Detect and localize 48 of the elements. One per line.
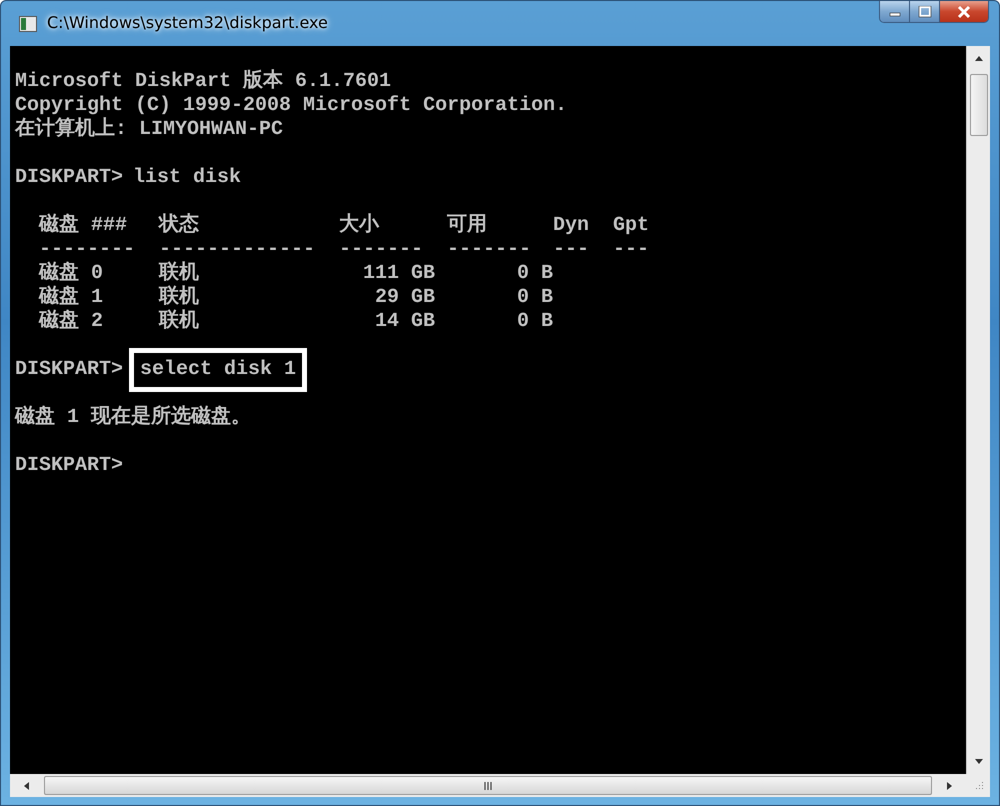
horizontal-scrollbar[interactable] bbox=[10, 774, 966, 797]
table-cell-text: 联机 bbox=[159, 310, 200, 334]
column-header: 大小 bbox=[339, 214, 380, 238]
header-rule: -------- bbox=[39, 238, 136, 262]
prompt-text: DISKPART> bbox=[15, 454, 124, 478]
table-cell-text: 0 B bbox=[516, 262, 553, 286]
up-arrow-icon[interactable] bbox=[974, 54, 984, 62]
scroll-thumb[interactable] bbox=[970, 74, 988, 136]
column-header: 状态 bbox=[159, 214, 200, 238]
command-text: select disk 1 bbox=[129, 348, 308, 392]
prompt-text: DISKPART> bbox=[15, 166, 124, 190]
table-cell-text: 111 GB bbox=[362, 262, 436, 286]
close-button[interactable] bbox=[940, 1, 988, 22]
table-cell-text: 0 B bbox=[516, 286, 553, 310]
header-rule: ------- bbox=[447, 238, 532, 262]
column-header: 磁盘 ### bbox=[39, 214, 128, 238]
table-cell-text: 联机 bbox=[159, 286, 200, 309]
column-header: Gpt bbox=[613, 214, 650, 238]
header-rule: ------- bbox=[339, 238, 424, 262]
console-text: Microsoft DiskPart 版本 6.1.7601 bbox=[15, 70, 392, 94]
header-rule: ------------- bbox=[159, 238, 316, 261]
table-cell-text: 联机 bbox=[159, 262, 200, 285]
down-arrow-icon[interactable] bbox=[974, 758, 984, 766]
table-cell-text: 磁盘 1 bbox=[39, 286, 104, 310]
prompt-text: DISKPART> bbox=[15, 358, 124, 382]
right-arrow-icon[interactable] bbox=[946, 780, 954, 790]
header-rule: --- bbox=[553, 238, 590, 262]
maximize-button[interactable] bbox=[910, 1, 940, 22]
vertical-scrollbar[interactable] bbox=[966, 46, 990, 774]
table-cell-text: 29 GB bbox=[374, 286, 436, 310]
maximize-icon bbox=[918, 6, 932, 18]
console-text: 磁盘 1 现在是所选磁盘。 bbox=[15, 406, 252, 430]
command-text: list disk bbox=[133, 166, 242, 190]
close-icon bbox=[956, 4, 972, 18]
scroll-thumb[interactable] bbox=[44, 776, 932, 795]
console-text: 在计算机上: LIMYOHWAN-PC bbox=[15, 118, 284, 142]
header-rule: --- bbox=[613, 238, 650, 262]
column-header: 可用 bbox=[447, 214, 488, 238]
table-cell-text: 磁盘 0 bbox=[39, 262, 104, 286]
minimize-button[interactable] bbox=[880, 1, 910, 22]
console-text: Copyright (C) 1999-2008 Microsoft Corporation. bbox=[15, 94, 568, 117]
table-cell-text: 磁盘 2 bbox=[39, 310, 104, 334]
window-title: C:\Windows\system32\diskpart.exe bbox=[47, 13, 328, 32]
column-header: Dyn bbox=[553, 214, 590, 238]
console-icon bbox=[19, 16, 37, 32]
table-cell-text: 0 B bbox=[516, 310, 553, 334]
table-cell-text: 14 GB bbox=[374, 310, 436, 334]
left-arrow-icon[interactable] bbox=[22, 780, 30, 790]
